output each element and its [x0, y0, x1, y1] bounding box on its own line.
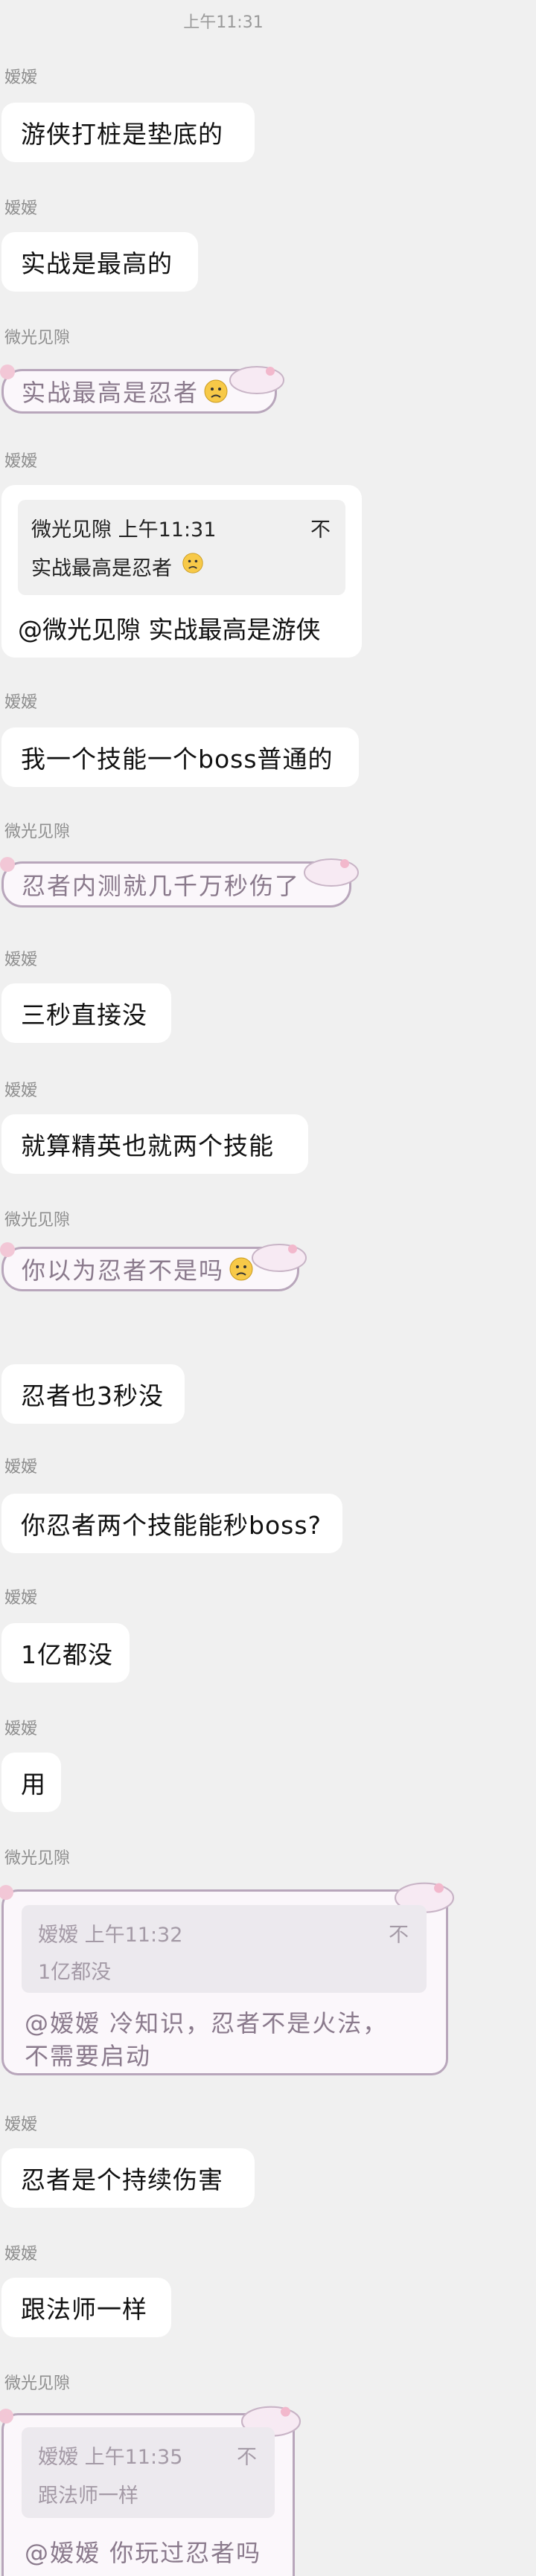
- timestamp: 上午11:31: [183, 13, 264, 32]
- quoted-message[interactable]: 嫒嫒 上午11:35 不 跟法师一样: [22, 2427, 275, 2518]
- message-text: 忍者内测就几千万秒伤了: [22, 872, 301, 900]
- message-text: 1亿都没: [21, 1640, 113, 1669]
- message-text: @嫒嫒 冷知识，忍者不是火法，: [25, 2009, 389, 2037]
- flower-decoration-icon: [0, 364, 15, 379]
- message-text: 实战是最高的: [21, 249, 173, 278]
- cloud-decoration-icon: [229, 366, 284, 394]
- decorated-reply-bubble[interactable]: 嫒嫒 上午11:32 不 1亿都没 @嫒嫒 冷知识，忍者不是火法， 不需要启动: [0, 1882, 455, 2075]
- message-bubble[interactable]: 就算精英也就两个技能: [1, 1114, 308, 1174]
- sender-name: 嫒嫒: [4, 1720, 38, 1738]
- sender-name: 嫒嫒: [4, 1458, 38, 1477]
- message-bubble[interactable]: 忍者是个持续伤害: [1, 2148, 255, 2208]
- sender-name: 嫒嫒: [4, 951, 38, 969]
- sender-name: 嫒嫒: [4, 452, 38, 471]
- cloud-decoration-icon: [304, 858, 359, 887]
- message-text: 你忍者两个技能能秒boss?: [21, 1511, 322, 1540]
- quote-header: 嫒嫒 上午11:35: [38, 2446, 183, 2469]
- quote-header: 嫒嫒 上午11:32: [38, 1924, 183, 1947]
- decorated-message-bubble[interactable]: 实战最高是忍者: [0, 364, 284, 414]
- sender-name: 微光见隙: [4, 823, 71, 841]
- message-bubble[interactable]: 你忍者两个技能能秒boss?: [1, 1494, 342, 1553]
- sender-name: 微光见隙: [4, 2374, 71, 2393]
- flower-decoration-icon: [0, 1885, 13, 1900]
- quote-text: 1亿都没: [38, 1961, 112, 1984]
- message-text: 你以为忍者不是吗: [22, 1256, 225, 1285]
- message-bubble[interactable]: 三秒直接没: [1, 983, 171, 1043]
- message-bubble[interactable]: 跟法师一样: [1, 2278, 171, 2337]
- message-text: 用: [21, 1770, 46, 1799]
- message-text: 实战最高是忍者: [22, 379, 200, 407]
- message-text: 跟法师一样: [21, 2295, 147, 2324]
- reply-message-bubble[interactable]: 微光见隙 上午11:31 不 实战最高是忍者 @微光见隙 实战最高是游侠: [1, 485, 362, 658]
- quoted-message[interactable]: 嫒嫒 上午11:32 不 1亿都没: [22, 1905, 427, 1993]
- quote-header: 微光见隙 上午11:31: [31, 518, 217, 542]
- cloud-decoration-icon: [252, 1244, 307, 1272]
- sender-name: 嫒嫒: [4, 1082, 38, 1100]
- message-bubble[interactable]: 游侠打桩是垫底的: [1, 103, 255, 162]
- message-bubble[interactable]: 忍者也3秒没: [1, 1364, 185, 1424]
- sender-name: 微光见隙: [4, 1849, 71, 1868]
- message-text: 三秒直接没: [21, 1000, 147, 1030]
- message-bubble[interactable]: 1亿都没: [1, 1623, 130, 1683]
- message-text: 就算精英也就两个技能: [21, 1131, 274, 1160]
- flower-decoration-icon: [0, 857, 15, 872]
- quote-close-icon[interactable]: 不: [310, 513, 331, 542]
- sender-name: 微光见隙: [4, 1211, 71, 1230]
- message-text: 游侠打桩是垫底的: [21, 120, 223, 149]
- quote-close-icon[interactable]: 不: [389, 1918, 409, 1947]
- message-text: 忍者也3秒没: [21, 1381, 164, 1410]
- sender-name: 嫒嫒: [4, 1589, 38, 1607]
- quote-close-icon[interactable]: 不: [237, 2441, 257, 2470]
- worried-face-emoji-icon: [204, 379, 228, 403]
- sender-name: 嫒嫒: [4, 68, 38, 87]
- sender-name: 嫒嫒: [4, 2245, 38, 2264]
- sender-name: 嫒嫒: [4, 199, 38, 218]
- quote-text: 实战最高是忍者: [31, 557, 172, 580]
- message-text: 忍者是个持续伤害: [21, 2165, 223, 2194]
- flower-decoration-icon: [0, 1242, 15, 1257]
- decorated-message-bubble[interactable]: 你以为忍者不是吗: [0, 1242, 307, 1291]
- sender-name: 嫒嫒: [4, 693, 38, 712]
- quoted-message[interactable]: 微光见隙 上午11:31 不 实战最高是忍者: [18, 500, 345, 595]
- message-text: 我一个技能一个boss普通的: [21, 745, 334, 774]
- quote-text: 跟法师一样: [38, 2485, 138, 2508]
- message-text-continued: 不需要启动: [25, 2042, 152, 2070]
- message-bubble[interactable]: 实战是最高的: [1, 232, 198, 292]
- sender-name: 微光见隙: [4, 329, 71, 347]
- sender-name: 嫒嫒: [4, 2116, 38, 2134]
- message-bubble[interactable]: 用: [1, 1753, 61, 1812]
- decorated-reply-bubble[interactable]: 嫒嫒 上午11:35 不 跟法师一样 @嫒嫒 你玩过忍者吗: [0, 2406, 302, 2576]
- message-text: @微光见隙 实战最高是游侠: [18, 615, 321, 644]
- message-bubble[interactable]: 我一个技能一个boss普通的: [1, 727, 359, 787]
- flower-decoration-icon: [0, 2409, 13, 2424]
- message-text: @嫒嫒 你玩过忍者吗: [25, 2539, 262, 2567]
- decorated-message-bubble[interactable]: 忍者内测就几千万秒伤了: [0, 857, 359, 908]
- worried-face-emoji-icon: [182, 553, 203, 574]
